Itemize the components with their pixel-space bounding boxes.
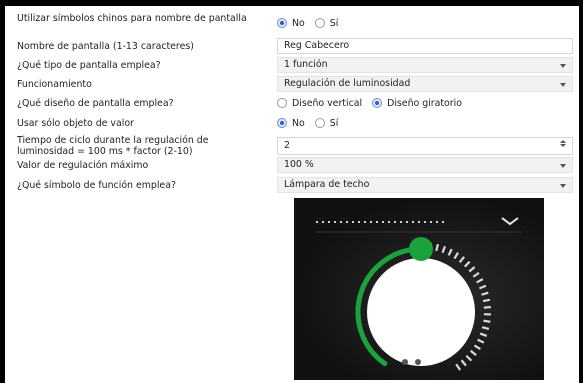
max-dimming-value: 100 % — [284, 159, 314, 170]
dimmer-handle[interactable] — [409, 237, 433, 261]
radio-unselected-icon[interactable] — [314, 118, 325, 128]
dimmer-tick — [479, 284, 487, 290]
radio-chinese-no[interactable]: No — [277, 18, 305, 29]
screen-name-input[interactable]: Reg Cabecero — [277, 38, 573, 54]
page-dot[interactable] — [415, 359, 421, 365]
settings-panel: Utilizar símbolos chinos para nombre de … — [5, 6, 579, 383]
dimmer-tick — [465, 354, 473, 362]
value-object-only-label: Usar sólo objeto de valor — [17, 118, 134, 129]
radio-label-rotary: Diseño giratorio — [387, 97, 462, 109]
radio-label-si: Sí — [329, 17, 339, 29]
radio-selected-icon[interactable] — [372, 98, 383, 108]
dimmer-tick — [441, 245, 446, 254]
dimmer-tick — [481, 326, 490, 331]
cycle-time-label: Tiempo de ciclo durante la regulación de… — [17, 135, 267, 157]
dimmer-tick — [447, 248, 453, 256]
dimmer-tick — [468, 266, 476, 273]
dimmer-tick — [472, 271, 480, 278]
spinner-arrows[interactable] — [559, 139, 567, 151]
radio-label-no: No — [292, 117, 305, 129]
radio-chinese-si[interactable]: Sí — [314, 17, 339, 29]
radio-label-si: Sí — [329, 117, 339, 129]
radio-unselected-icon[interactable] — [314, 18, 325, 28]
radio-value-si[interactable]: Sí — [314, 117, 339, 129]
operation-label: Funcionamiento — [17, 79, 92, 90]
page-dot[interactable] — [402, 359, 408, 365]
dimmer-tick — [435, 243, 440, 252]
chevron-down-icon[interactable] — [560, 64, 566, 68]
radio-design-vertical[interactable]: Diseño vertical — [277, 98, 362, 109]
dimmer-knob[interactable] — [367, 258, 475, 366]
dimmer-tick — [453, 252, 460, 260]
radio-selected-icon[interactable] — [277, 18, 287, 28]
value-object-only-radio-group: No Sí — [277, 116, 573, 130]
screen-type-value: 1 función — [284, 59, 328, 70]
dimmer-tick — [479, 332, 488, 337]
chinese-symbols-radio-group: No Sí — [277, 16, 573, 30]
max-dimming-label: Valor de regulación máximo — [17, 160, 149, 171]
function-symbol-value: Lámpara de techo — [284, 179, 370, 190]
dimmer-tick — [481, 291, 489, 296]
chinese-symbols-label: Utilizar símbolos chinos para nombre de … — [17, 13, 247, 24]
chevron-down-icon[interactable] — [560, 184, 566, 188]
cycle-time-label-line1: Tiempo de ciclo durante la regulación de — [17, 135, 209, 146]
radio-design-rotary[interactable]: Diseño giratorio — [372, 98, 462, 109]
function-symbol-select[interactable]: Lámpara de techo — [277, 177, 573, 193]
dimmer-tick — [463, 260, 471, 268]
function-symbol-label: ¿Qué símbolo de función emplea? — [17, 180, 176, 191]
dimmer-tick — [482, 298, 491, 303]
dimmer-tick — [483, 319, 491, 323]
device-preview-graphic — [316, 217, 522, 371]
operation-select[interactable]: Regulación de luminosidad — [277, 76, 573, 92]
radio-unselected-icon[interactable] — [277, 98, 287, 108]
device-preview — [294, 198, 544, 380]
page-dot-active[interactable] — [428, 359, 434, 365]
cycle-time-label-line2: luminosidad = 100 ms * factor (2-10) — [17, 146, 193, 157]
dimmer-tick — [477, 338, 485, 344]
screen-type-select[interactable]: 1 función — [277, 57, 573, 73]
chevron-down-icon[interactable] — [560, 164, 566, 168]
operation-value: Regulación de luminosidad — [284, 78, 411, 89]
cycle-time-spinbox[interactable]: 2 — [277, 137, 573, 155]
chevron-down-icon[interactable] — [501, 217, 519, 226]
screen-name-label: Nombre de pantalla (1-13 caracteres) — [17, 41, 194, 52]
dimmer-tick — [473, 344, 481, 351]
cycle-time-value: 2 — [284, 140, 290, 151]
dimmer-tick — [469, 349, 477, 356]
screen-type-label: ¿Qué tipo de pantalla emplea? — [17, 60, 161, 71]
screen-design-radio-group: Diseño vertical Diseño giratorio — [277, 96, 573, 110]
radio-label-no: No — [292, 17, 305, 29]
radio-label-vertical: Diseño vertical — [292, 97, 363, 109]
spinner-up-icon[interactable] — [560, 140, 566, 143]
dimmer-tick — [455, 363, 462, 371]
chevron-down-icon[interactable] — [560, 83, 566, 87]
spinner-down-icon[interactable] — [560, 144, 566, 147]
radio-selected-icon[interactable] — [277, 118, 287, 128]
dimmer-tick — [458, 256, 465, 264]
radio-value-no[interactable]: No — [277, 118, 305, 129]
screen-name-value: Reg Cabecero — [284, 40, 350, 51]
dimmer-tick — [460, 359, 467, 367]
screen-design-label: ¿Qué diseño de pantalla emplea? — [17, 98, 174, 109]
max-dimming-select[interactable]: 100 % — [277, 157, 573, 173]
dimmer-tick — [476, 278, 484, 284]
